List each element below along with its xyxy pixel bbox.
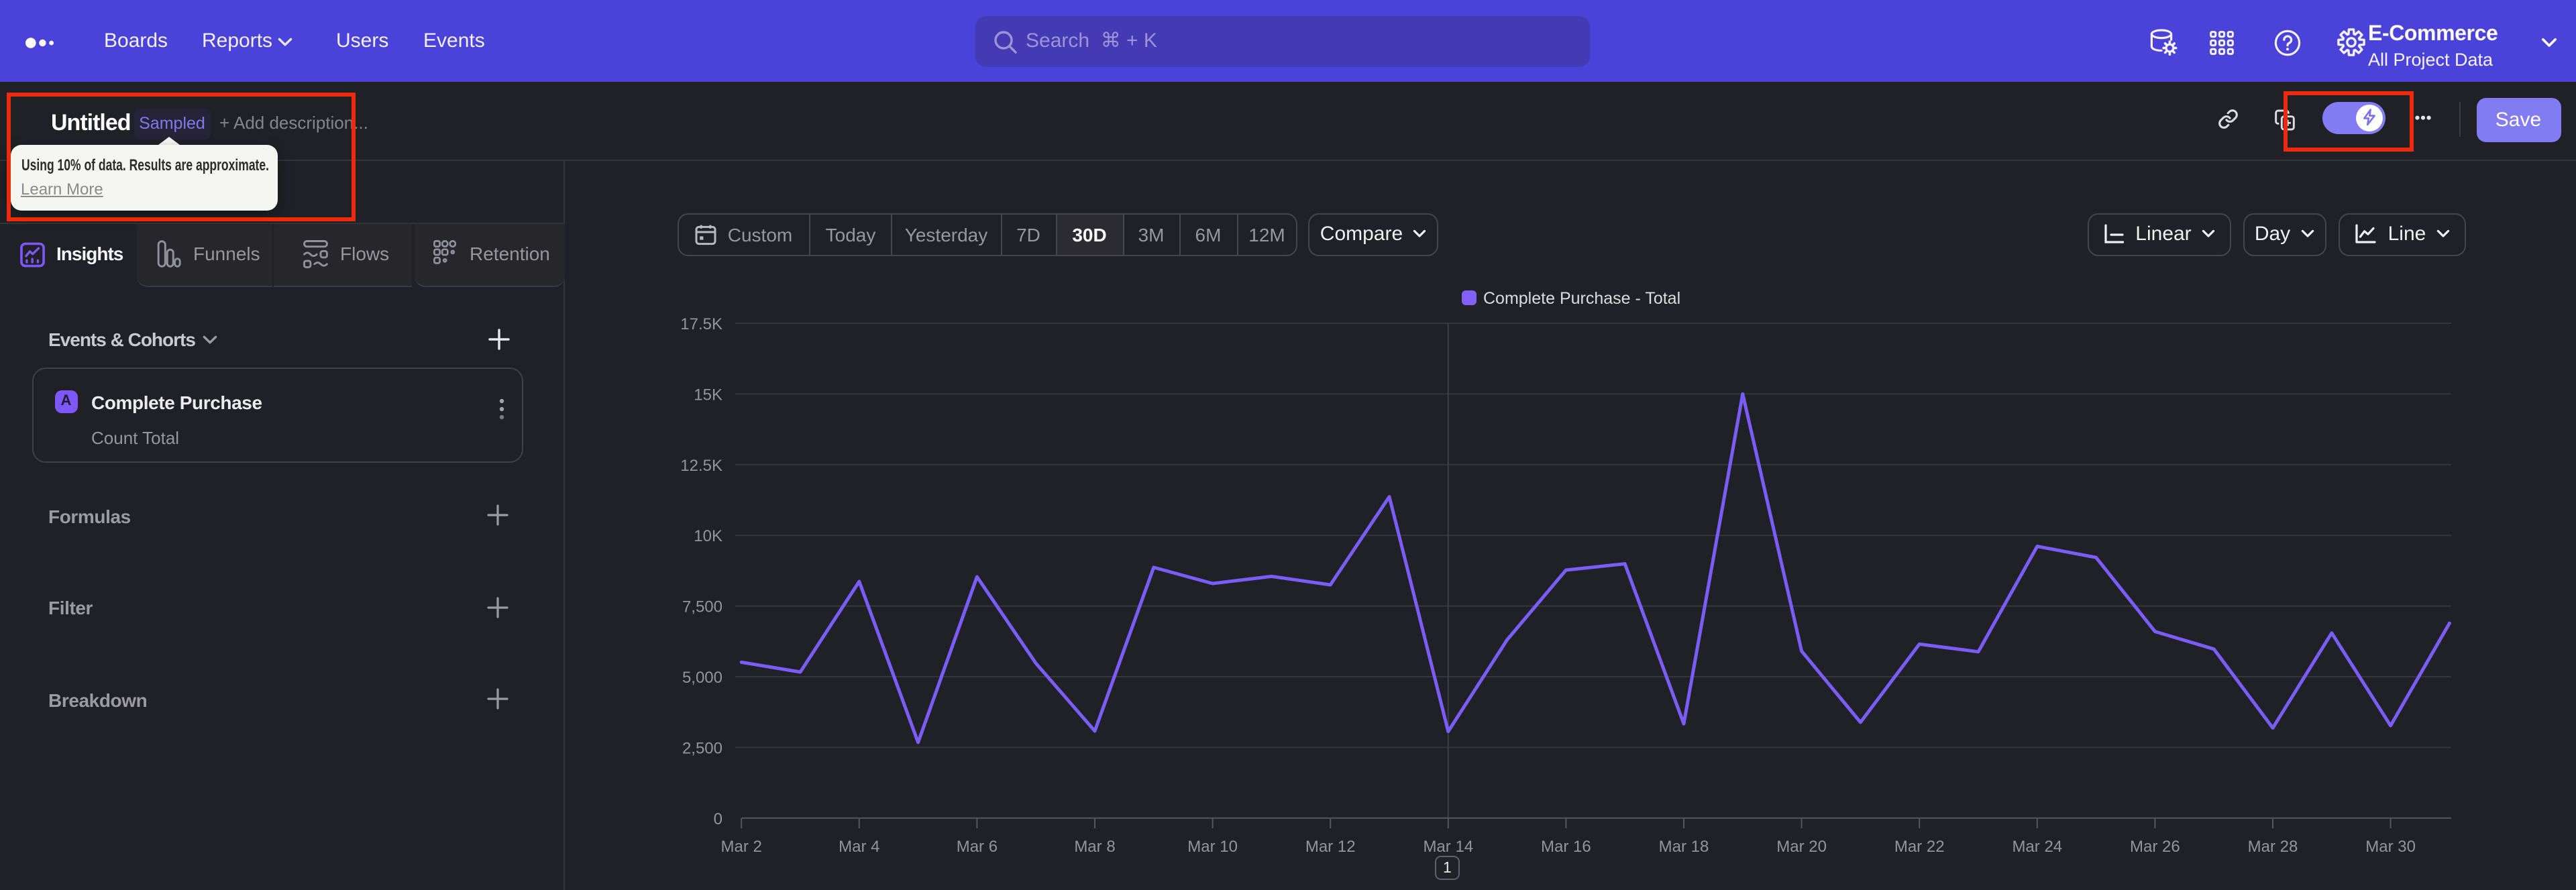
svg-text:7,500: 7,500 [682,598,722,616]
svg-text:Mar 28: Mar 28 [2248,838,2298,856]
svg-text:Mar 26: Mar 26 [2130,838,2180,856]
svg-text:Mar 22: Mar 22 [1894,838,1945,856]
svg-text:Mar 18: Mar 18 [1659,838,1709,856]
svg-text:2,500: 2,500 [682,739,722,757]
svg-text:Mar 10: Mar 10 [1187,838,1238,856]
svg-text:15K: 15K [694,386,722,404]
svg-text:Mar 2: Mar 2 [721,838,762,856]
svg-text:Mar 12: Mar 12 [1305,838,1356,856]
svg-text:Mar 8: Mar 8 [1074,838,1115,856]
svg-text:10K: 10K [694,527,722,545]
svg-text:12.5K: 12.5K [680,457,722,475]
svg-text:17.5K: 17.5K [680,315,722,333]
svg-text:5,000: 5,000 [682,669,722,687]
svg-text:Mar 20: Mar 20 [1776,838,1827,856]
svg-text:Mar 24: Mar 24 [2012,838,2062,856]
svg-text:Mar 30: Mar 30 [2365,838,2416,856]
svg-text:Mar 14: Mar 14 [1423,838,1473,856]
svg-text:Mar 6: Mar 6 [957,838,998,856]
svg-text:Complete Purchase - Total: Complete Purchase - Total [1483,289,1680,308]
svg-text:Mar 16: Mar 16 [1541,838,1591,856]
svg-text:Mar 4: Mar 4 [839,838,879,856]
svg-text:0: 0 [714,810,722,828]
svg-text:1: 1 [1443,858,1452,876]
